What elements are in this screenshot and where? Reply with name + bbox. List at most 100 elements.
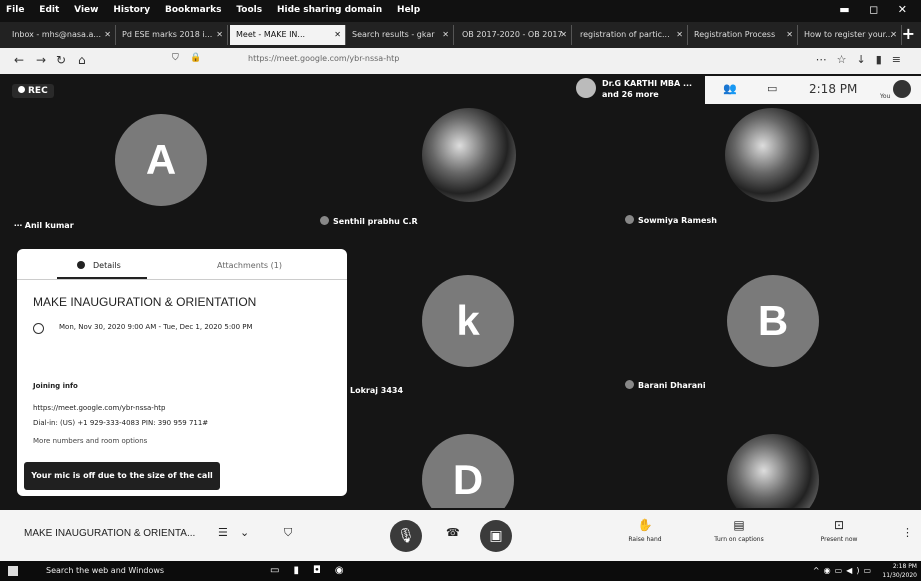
participant-avatar: A	[115, 114, 207, 206]
system-tray[interactable]: ^◉▭◀)▭	[813, 566, 875, 575]
tab-label: Inbox - mhs@nasa.a...	[12, 30, 102, 39]
reload-icon[interactable]: ↻	[56, 53, 66, 67]
camera-toggle-button[interactable]: ▣	[480, 520, 512, 552]
joining-info-heading: Joining info	[33, 382, 78, 390]
menu-tools[interactable]: Tools	[236, 5, 262, 15]
shield-icon[interactable]: ⛉	[284, 526, 292, 540]
browser-menubar: File Edit View History Bookmarks Tools H…	[0, 0, 921, 22]
meeting-clock: 2:18 PM	[809, 82, 858, 96]
participant-name-label: Anil kumar	[24, 221, 74, 230]
browser-tab[interactable]: Inbox - mhs@nasa.a... ✕	[6, 25, 116, 45]
participant-count: and 26 more	[602, 90, 659, 99]
raise-hand-button[interactable]: ✋ Raise hand	[610, 518, 680, 543]
browser-tab[interactable]: OB 2017-2020 - OB 2017 ✕	[456, 25, 572, 45]
browser-tab[interactable]: Search results - gkar ✕	[346, 25, 454, 45]
meet-top-controls: 👥 ▭ 2:18 PM You	[705, 76, 921, 104]
new-tab-icon[interactable]: +	[902, 24, 915, 43]
captions-icon: ▤	[733, 518, 745, 532]
participant-name: Sowmiya Ramesh	[625, 215, 717, 225]
window-controls: ▬ ◻ ✕	[831, 3, 915, 16]
tab-bar: Inbox - mhs@nasa.a... ✕ Pd ESE marks 2018…	[0, 22, 921, 48]
chat-icon[interactable]: ▭	[767, 82, 777, 95]
close-tab-icon[interactable]: ✕	[104, 25, 111, 45]
url-input[interactable]: https://meet.google.com/ybr-nssa-htp	[248, 54, 399, 63]
participant-avatar: k	[422, 275, 514, 367]
presenter-name: Dr.G KARTHI MBA ...	[602, 79, 693, 88]
close-tab-icon[interactable]: ✕	[890, 25, 897, 45]
participant-name: Lokraj 3434	[350, 386, 403, 395]
close-tab-icon[interactable]: ✕	[216, 25, 223, 45]
more-numbers-link[interactable]: More numbers and room options	[33, 437, 147, 445]
menu-edit[interactable]: Edit	[39, 5, 59, 15]
close-tab-icon[interactable]: ✕	[786, 25, 793, 45]
meeting-details-panel: Details Attachments (1) MAKE INAUGURATIO…	[17, 249, 347, 496]
shield-icon[interactable]: ⛉	[172, 53, 179, 63]
tab-label: OB 2017-2020 - OB 2017	[462, 30, 563, 39]
participant-name-label: Barani Dharani	[638, 381, 706, 390]
meet-bottom-bar: MAKE INAUGURATION & ORIENTA... ☰ ⌄ ⛉ 🎙 ☎…	[0, 510, 921, 561]
meeting-details-icon[interactable]: ☰	[218, 526, 228, 539]
tab-label: Search results - gkar	[352, 30, 435, 39]
present-icon: ⊡	[833, 518, 845, 532]
participant-name: Barani Dharani	[625, 380, 706, 390]
avatar	[625, 380, 634, 389]
back-icon[interactable]: ←	[14, 53, 24, 67]
close-tab-icon[interactable]: ✕	[676, 25, 683, 45]
browser-tab-active[interactable]: Meet - MAKE IN... ✕	[230, 25, 346, 45]
participant-name: ⋯ Anil kumar	[14, 221, 74, 230]
participant-name-label: Lokraj 3434	[350, 386, 404, 395]
tab-details[interactable]: Details	[77, 261, 121, 270]
you-label: You	[880, 93, 891, 100]
more-options-icon[interactable]: ⋮	[902, 526, 913, 539]
minimize-icon[interactable]: ▬	[839, 3, 849, 16]
browser-tab[interactable]: registration of partic... ✕	[574, 25, 688, 45]
present-button[interactable]: ⊡ Present now	[804, 518, 874, 543]
hand-icon: ✋	[637, 518, 653, 532]
home-icon[interactable]: ⌂	[78, 53, 86, 67]
mic-toggle-button[interactable]: 🎙	[390, 520, 422, 552]
taskbar-apps[interactable]: ▭▮◘◉	[270, 565, 358, 576]
present-label: Present now	[820, 536, 858, 543]
browser-tab[interactable]: How to register your... ✕	[798, 25, 902, 45]
close-tab-icon[interactable]: ✕	[560, 25, 567, 45]
menu-view[interactable]: View	[74, 5, 98, 15]
windows-taskbar: Search the web and Windows ▭▮◘◉ ^◉▭◀)▭ 2…	[0, 561, 921, 581]
taskbar-time: 2:18 PM	[892, 563, 917, 570]
forward-icon[interactable]: →	[36, 53, 46, 67]
taskbar-date: 11/30/2020	[882, 572, 917, 579]
meeting-link[interactable]: https://meet.google.com/ybr-nssa-htp	[33, 404, 165, 412]
meeting-title-bar[interactable]: MAKE INAUGURATION & ORIENTA...	[24, 528, 195, 539]
tab-label: Pd ESE marks 2018 i...	[122, 30, 213, 39]
browser-toolbar-icons[interactable]: ⋯☆↓▮≡	[816, 53, 911, 66]
menu-help[interactable]: Help	[397, 5, 420, 15]
participant-photo	[422, 108, 516, 202]
meeting-title: MAKE INAUGURATION & ORIENTATION	[33, 295, 257, 309]
record-dot-icon	[18, 86, 25, 93]
tab-label: Meet - MAKE IN...	[236, 30, 306, 39]
people-icon[interactable]: 👥	[723, 82, 737, 95]
menu-file[interactable]: File	[6, 5, 24, 15]
avatar[interactable]	[893, 80, 911, 98]
mic-off-icon: ⋯	[14, 221, 25, 230]
close-tab-icon[interactable]: ✕	[334, 25, 341, 45]
participant-name: Senthil prabhu C.R	[320, 216, 418, 226]
tab-label: registration of partic...	[580, 30, 670, 39]
menu-hide-sharing[interactable]: Hide sharing domain	[277, 5, 382, 15]
maximize-icon[interactable]: ◻	[869, 3, 878, 16]
windows-start-icon[interactable]	[8, 566, 18, 576]
close-tab-icon[interactable]: ✕	[442, 25, 449, 45]
taskbar-search[interactable]: Search the web and Windows	[46, 566, 164, 575]
recording-badge: REC	[12, 84, 54, 98]
menu-history[interactable]: History	[113, 5, 150, 15]
avatar	[320, 216, 329, 225]
hang-up-button[interactable]: ☎	[446, 526, 460, 539]
details-tabs: Details Attachments (1)	[17, 249, 347, 280]
url-bar: ← → ↻ ⌂ ⛉ 🔒 https://meet.google.com/ybr-…	[0, 48, 921, 74]
menu-bookmarks[interactable]: Bookmarks	[165, 5, 221, 15]
captions-button[interactable]: ▤ Turn on captions	[704, 518, 774, 543]
browser-tab[interactable]: Registration Process ✕	[688, 25, 798, 45]
tab-attachments[interactable]: Attachments (1)	[217, 261, 282, 270]
chevron-down-icon[interactable]: ⌄	[240, 526, 249, 539]
close-icon[interactable]: ✕	[898, 3, 907, 16]
browser-tab[interactable]: Pd ESE marks 2018 i... ✕	[116, 25, 228, 45]
